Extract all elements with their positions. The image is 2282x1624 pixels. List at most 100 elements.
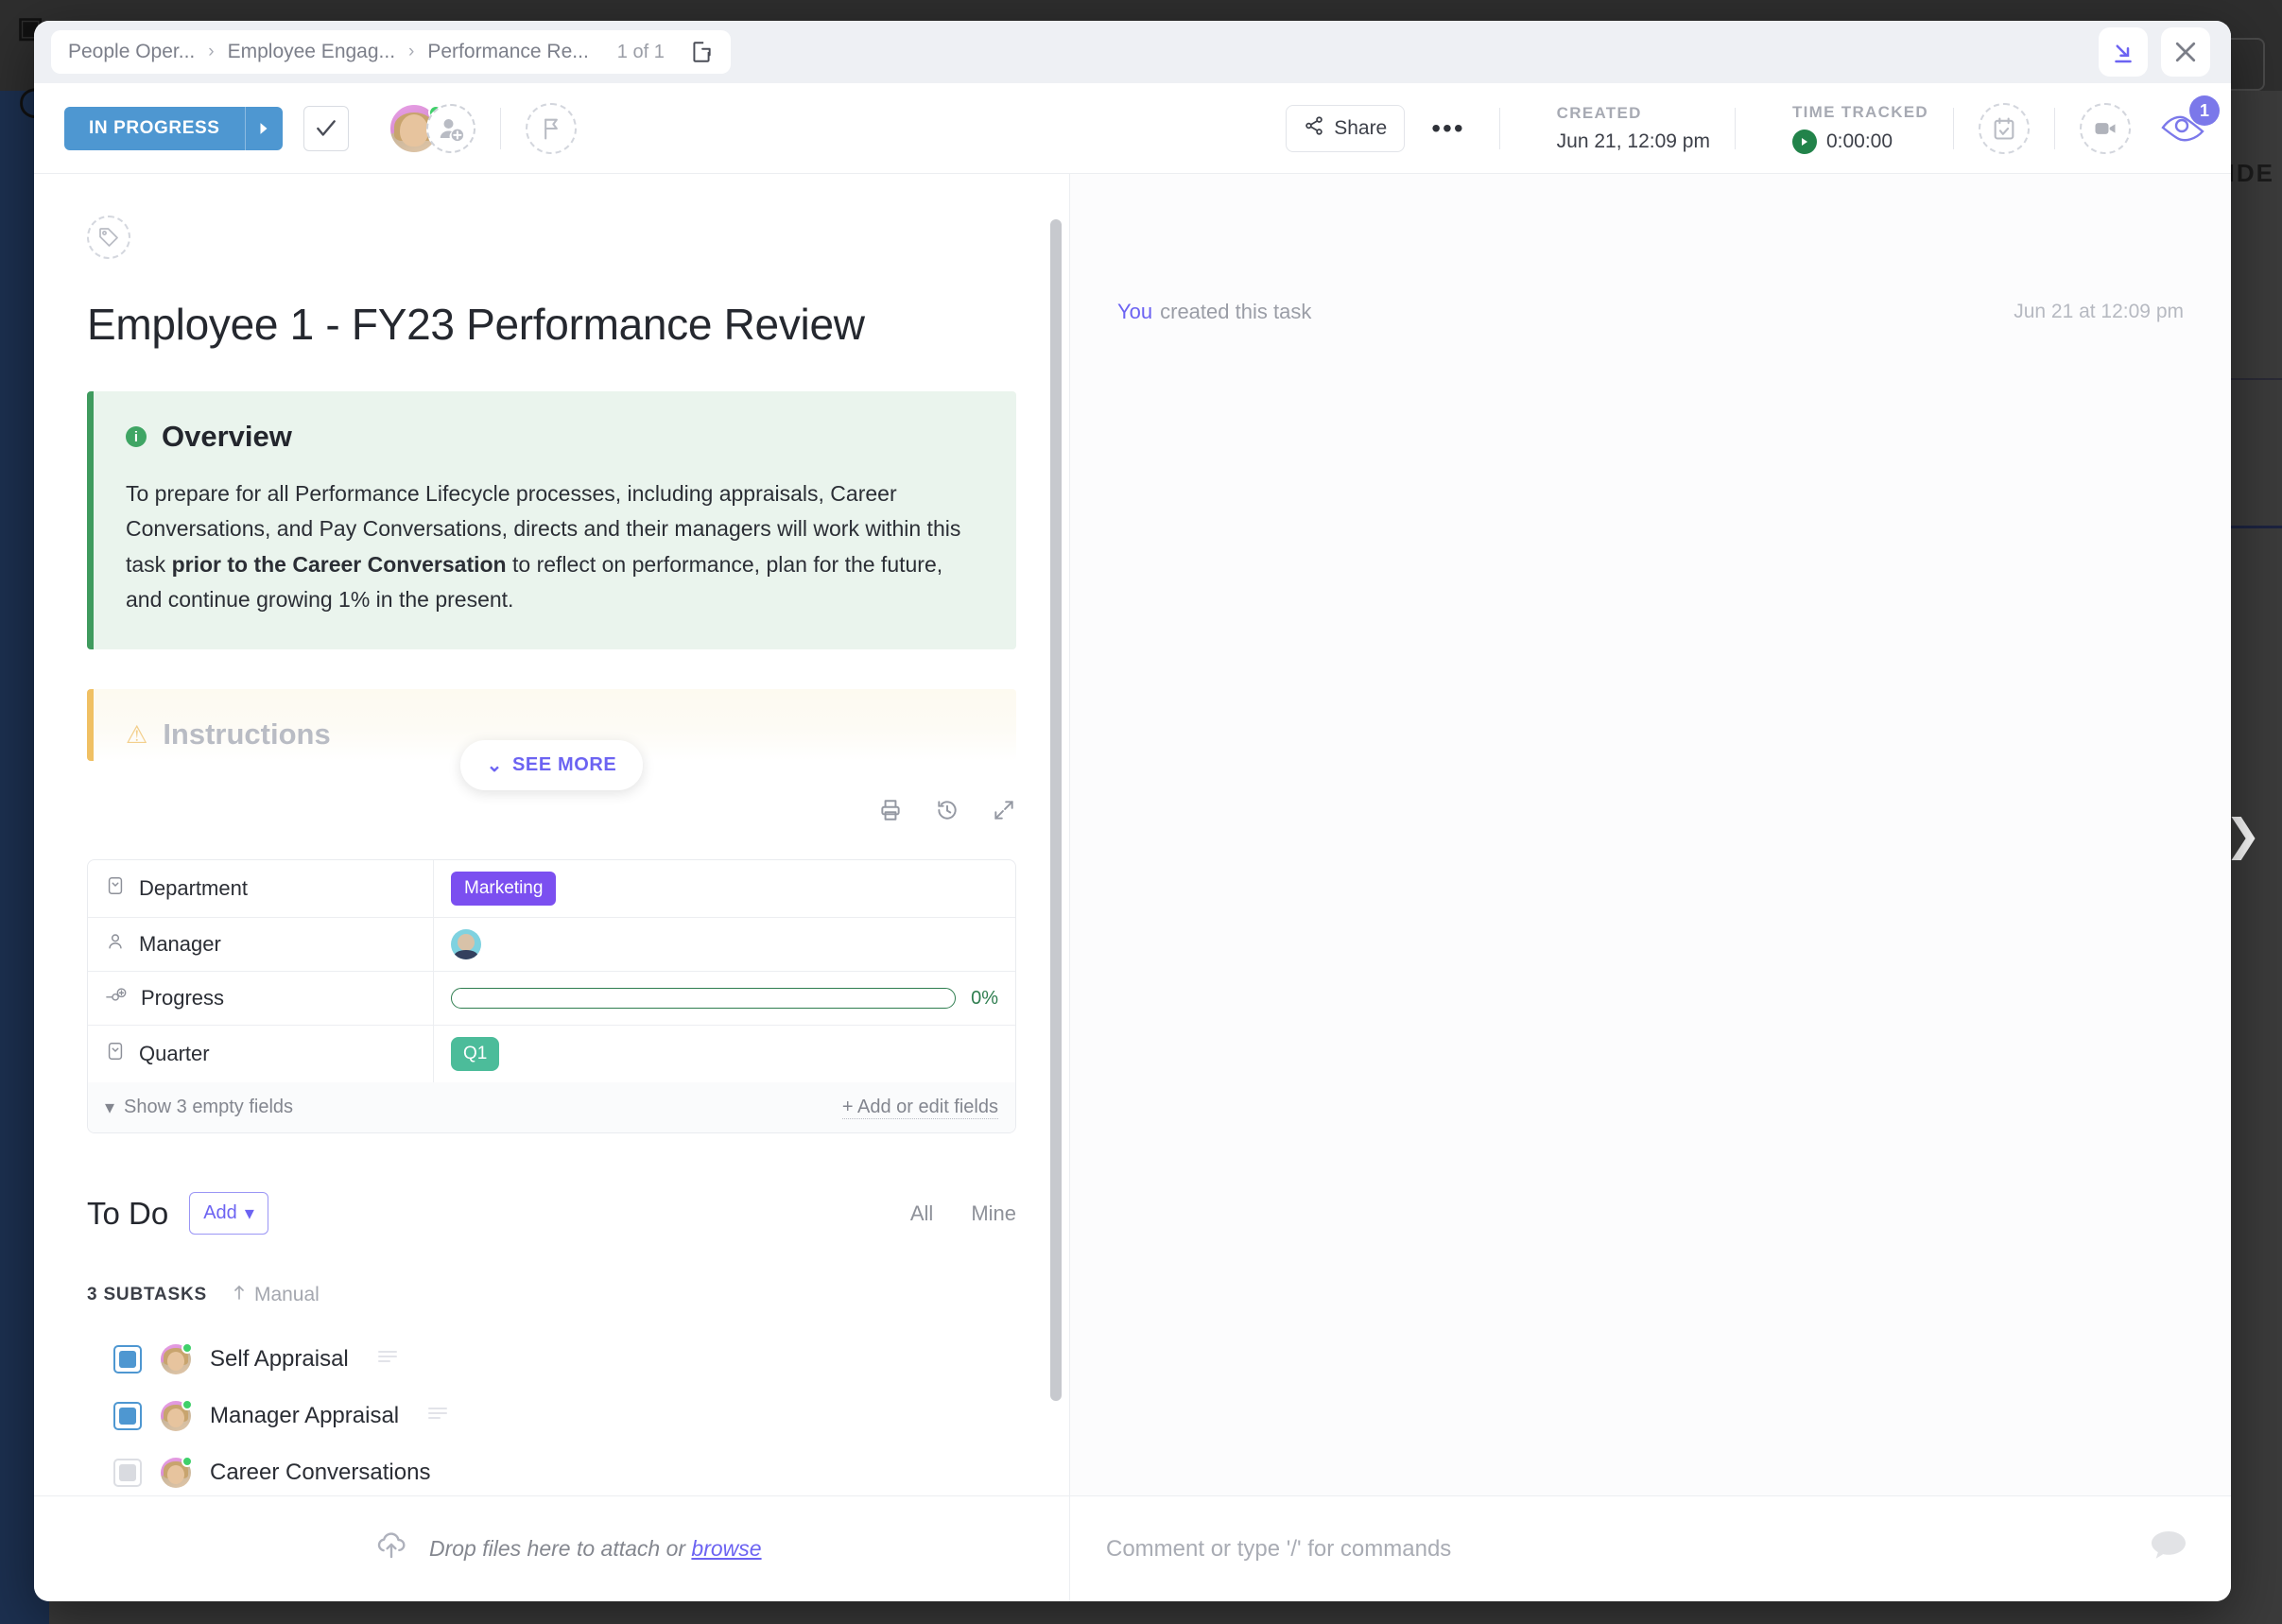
close-icon[interactable] bbox=[2161, 27, 2210, 77]
subtask-count: 3 SUBTASKS bbox=[87, 1285, 207, 1304]
field-row-manager[interactable]: Manager bbox=[88, 918, 1015, 972]
field-value-cell[interactable]: Marketing bbox=[434, 860, 1015, 917]
watchers-button[interactable]: 1 bbox=[2159, 95, 2220, 147]
breadcrumb-item-list[interactable]: Performance Re... bbox=[427, 41, 588, 63]
assignee-group[interactable] bbox=[388, 102, 475, 154]
avatar-face bbox=[167, 1464, 184, 1484]
show-empty-fields-label: Show 3 empty fields bbox=[124, 1097, 294, 1117]
subtask-checkbox[interactable] bbox=[113, 1402, 142, 1430]
divider bbox=[2054, 107, 2055, 149]
avatar[interactable] bbox=[161, 1342, 193, 1374]
add-or-edit-fields-button[interactable]: + Add or edit fields bbox=[841, 1097, 998, 1119]
progress-bar[interactable] bbox=[451, 988, 957, 1009]
chevron-right-icon[interactable] bbox=[244, 106, 283, 150]
task-content-scroll: Employee 1 - FY23 Performance Review i O… bbox=[34, 174, 1069, 1495]
show-empty-fields-button[interactable]: ▾ Show 3 empty fields bbox=[105, 1096, 293, 1119]
field-row-progress[interactable]: Progress 0% bbox=[88, 972, 1015, 1026]
dropdown-field-icon bbox=[105, 875, 126, 902]
avatar[interactable] bbox=[161, 1399, 193, 1431]
share-button[interactable]: Share bbox=[1286, 104, 1406, 152]
subtask-list: Self Appraisal Manager Appraisal Career … bbox=[87, 1331, 1016, 1495]
priority-flag-icon[interactable] bbox=[525, 102, 577, 154]
caret-down-icon: ▾ bbox=[105, 1097, 115, 1118]
add-subtask-button[interactable]: Add ▾ bbox=[189, 1192, 268, 1235]
status-button[interactable]: IN PROGRESS bbox=[64, 106, 283, 150]
mark-complete-button[interactable] bbox=[303, 105, 349, 151]
drop-files-text: Drop files here to attach or browse bbox=[429, 1536, 762, 1562]
sort-arrow-up-icon bbox=[232, 1284, 247, 1306]
minimize-to-corner-icon[interactable] bbox=[2099, 27, 2148, 77]
see-more-button[interactable]: ⌄ SEE MORE bbox=[459, 740, 644, 790]
activity-actor[interactable]: You bbox=[1117, 300, 1152, 324]
avatar[interactable] bbox=[161, 1456, 193, 1488]
calendar-check-icon[interactable] bbox=[1979, 102, 2030, 154]
breadcrumb[interactable]: People Oper... › Employee Engag... › Per… bbox=[51, 30, 731, 74]
add-subtask-label: Add bbox=[203, 1202, 237, 1223]
progress-value: 0% bbox=[971, 987, 998, 1009]
dropdown-field-icon bbox=[105, 1041, 126, 1067]
browse-link[interactable]: browse bbox=[691, 1536, 761, 1561]
video-camera-icon[interactable] bbox=[2080, 102, 2131, 154]
activity-timestamp: Jun 21 at 12:09 pm bbox=[2014, 301, 2184, 322]
tab-mine[interactable]: Mine bbox=[971, 1201, 1016, 1226]
avatar-face bbox=[458, 934, 475, 952]
avatar-face bbox=[167, 1408, 184, 1427]
tab-all[interactable]: All bbox=[910, 1201, 933, 1226]
created-label: CREATED bbox=[1556, 103, 1642, 122]
activity-pane: You created this task Jun 21 at 12:09 pm bbox=[1070, 174, 2231, 1495]
divider bbox=[1734, 107, 1736, 149]
more-options-button[interactable]: ••• bbox=[1422, 108, 1474, 149]
avatar[interactable] bbox=[451, 929, 481, 959]
add-person-icon[interactable] bbox=[425, 103, 475, 153]
subtask-name[interactable]: Self Appraisal bbox=[210, 1346, 349, 1373]
todo-section-header: To Do Add ▾ All Mine bbox=[87, 1192, 1016, 1235]
drop-files-label: Drop files here to attach or bbox=[429, 1536, 692, 1561]
time-tracked-label: TIME TRACKED bbox=[1791, 102, 1928, 121]
history-icon[interactable] bbox=[935, 798, 959, 827]
play-icon[interactable] bbox=[1791, 129, 1817, 154]
list-item[interactable]: Career Conversations bbox=[87, 1444, 1016, 1495]
expand-icon[interactable] bbox=[992, 798, 1016, 827]
list-item[interactable]: Manager Appraisal bbox=[87, 1388, 1016, 1444]
task-detail-modal: People Oper... › Employee Engag... › Per… bbox=[34, 21, 2231, 1601]
breadcrumb-task-count: 1 of 1 bbox=[616, 41, 665, 62]
status-badge[interactable]: Marketing bbox=[451, 872, 557, 906]
presence-dot bbox=[182, 1342, 193, 1354]
breadcrumb-item-space[interactable]: People Oper... bbox=[68, 41, 195, 63]
open-task-icon[interactable] bbox=[689, 40, 714, 64]
chat-bubble-icon[interactable] bbox=[2148, 1528, 2189, 1570]
presence-dot bbox=[182, 1399, 193, 1410]
subtask-name[interactable]: Manager Appraisal bbox=[210, 1403, 399, 1429]
tag-icon[interactable] bbox=[87, 216, 130, 259]
print-icon[interactable] bbox=[878, 798, 903, 827]
presence-dot bbox=[182, 1456, 193, 1467]
content-scrollbar[interactable] bbox=[1050, 219, 1062, 1401]
subtask-name[interactable]: Career Conversations bbox=[210, 1460, 430, 1486]
field-value-cell[interactable] bbox=[434, 918, 1015, 971]
description-icon bbox=[377, 1349, 398, 1371]
divider bbox=[499, 107, 501, 149]
comment-input[interactable] bbox=[1106, 1535, 2129, 1563]
time-tracked-meta[interactable]: TIME TRACKED 0:00:00 bbox=[1791, 102, 1928, 154]
avatar-face bbox=[399, 113, 428, 147]
field-label: Manager bbox=[139, 932, 221, 956]
status-badge[interactable]: Q1 bbox=[451, 1037, 500, 1071]
modal-body: Employee 1 - FY23 Performance Review i O… bbox=[34, 174, 2231, 1495]
field-row-quarter[interactable]: Quarter Q1 bbox=[88, 1026, 1015, 1082]
sort-button[interactable]: Manual bbox=[232, 1284, 320, 1306]
file-drop-zone[interactable]: Drop files here to attach or browse bbox=[34, 1496, 1070, 1601]
divider bbox=[1953, 107, 1954, 149]
subtask-checkbox[interactable] bbox=[113, 1345, 142, 1373]
comment-composer[interactable] bbox=[1070, 1496, 2231, 1601]
subtask-checkbox[interactable] bbox=[113, 1459, 142, 1487]
status-label[interactable]: IN PROGRESS bbox=[64, 106, 245, 150]
watchers-count-badge: 1 bbox=[2189, 95, 2220, 126]
created-meta: CREATED Jun 21, 12:09 pm bbox=[1557, 104, 1710, 153]
breadcrumb-item-folder[interactable]: Employee Engag... bbox=[228, 41, 395, 63]
list-item[interactable]: Self Appraisal bbox=[87, 1331, 1016, 1388]
field-value-cell[interactable]: Q1 bbox=[434, 1026, 1015, 1082]
overview-body-bold: prior to the Career Conversation bbox=[171, 551, 507, 577]
field-row-department[interactable]: Department Marketing bbox=[88, 860, 1015, 918]
info-icon: i bbox=[126, 426, 147, 447]
field-value-cell[interactable]: 0% bbox=[434, 972, 1015, 1025]
